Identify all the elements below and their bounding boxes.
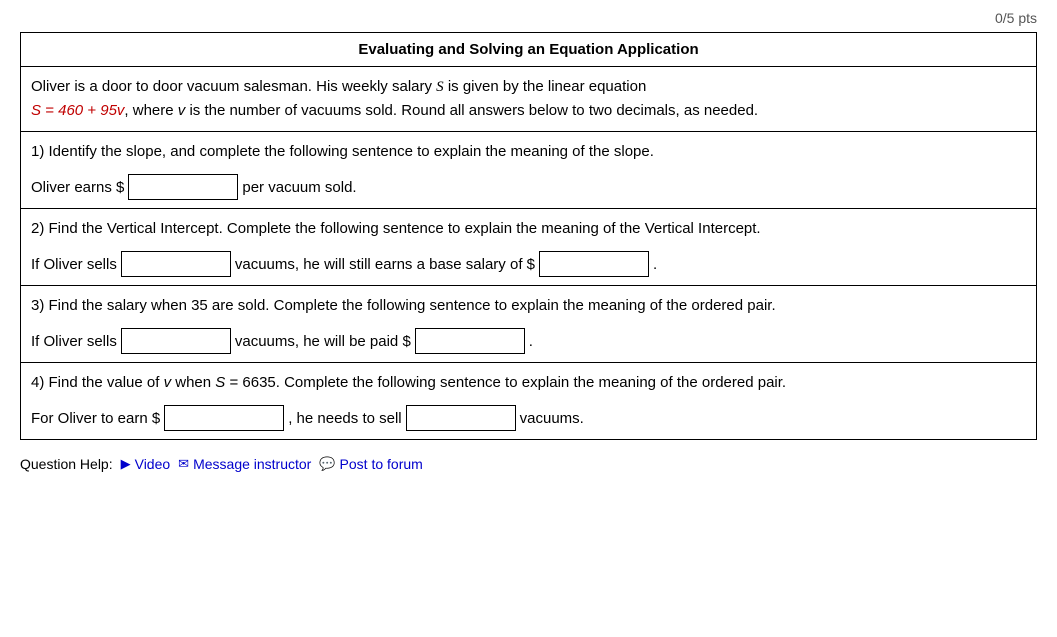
q3-suffix: .	[529, 333, 533, 350]
q2-input2[interactable]	[539, 251, 649, 277]
question-2-section: 2) Find the Vertical Intercept. Complete…	[21, 209, 1037, 286]
q4-suffix: vacuums.	[520, 410, 584, 427]
q2-suffix: .	[653, 256, 657, 273]
question-2-label: 2) Find the Vertical Intercept. Complete…	[31, 217, 1026, 241]
q2-input1[interactable]	[121, 251, 231, 277]
q1-input1[interactable]	[128, 174, 238, 200]
q4-middle: , he needs to sell	[288, 410, 401, 427]
question-4-label: 4) Find the value of v when S = 6635. Co…	[31, 371, 1026, 395]
q4-input1[interactable]	[164, 405, 284, 431]
var-S: S	[436, 79, 444, 95]
question-1-section: 1) Identify the slope, and complete the …	[21, 132, 1037, 209]
q1-suffix: per vacuum sold.	[242, 179, 356, 196]
q3-prefix: If Oliver sells	[31, 333, 117, 350]
question-1-answer-row: Oliver earns $ per vacuum sold.	[31, 174, 1026, 200]
video-label: Video	[135, 456, 171, 472]
video-link[interactable]: ▶ Video	[121, 456, 171, 472]
problem-description: Oliver is a door to door vacuum salesman…	[21, 67, 1037, 132]
message-icon: ✉	[178, 456, 189, 472]
question-2-answer-row: If Oliver sells vacuums, he will still e…	[31, 251, 1026, 277]
q4-prefix: For Oliver to earn $	[31, 410, 160, 427]
question-3-section: 3) Find the salary when 35 are sold. Com…	[21, 286, 1037, 363]
message-label: Message instructor	[193, 456, 311, 472]
question-1-label: 1) Identify the slope, and complete the …	[31, 140, 1026, 164]
question-4-answer-row: For Oliver to earn $ , he needs to sell …	[31, 405, 1026, 431]
message-instructor-link[interactable]: ✉ Message instructor	[178, 456, 311, 472]
q2-middle: vacuums, he will still earns a base sala…	[235, 256, 535, 273]
equation: S = 460 + 95v	[31, 102, 124, 119]
question-title: Evaluating and Solving an Equation Appli…	[21, 33, 1037, 67]
question-3-answer-row: If Oliver sells vacuums, he will be paid…	[31, 328, 1026, 354]
q3-input1[interactable]	[121, 328, 231, 354]
footer: Question Help: ▶ Video ✉ Message instruc…	[20, 448, 1037, 472]
question-4-section: 4) Find the value of v when S = 6635. Co…	[21, 363, 1037, 440]
post-to-forum-link[interactable]: 💬 Post to forum	[319, 456, 422, 472]
q3-input2[interactable]	[415, 328, 525, 354]
forum-icon: 💬	[319, 456, 335, 472]
question-3-label: 3) Find the salary when 35 are sold. Com…	[31, 294, 1026, 318]
question-help-label: Question Help:	[20, 456, 113, 472]
q4-input2[interactable]	[406, 405, 516, 431]
q2-prefix: If Oliver sells	[31, 256, 117, 273]
video-icon: ▶	[121, 456, 131, 472]
q1-prefix: Oliver earns $	[31, 179, 124, 196]
var-v: v	[178, 102, 186, 119]
forum-label: Post to forum	[340, 456, 423, 472]
main-question-table: Evaluating and Solving an Equation Appli…	[20, 32, 1037, 440]
q3-middle: vacuums, he will be paid $	[235, 333, 411, 350]
pts-display: 0/5 pts	[995, 10, 1037, 26]
